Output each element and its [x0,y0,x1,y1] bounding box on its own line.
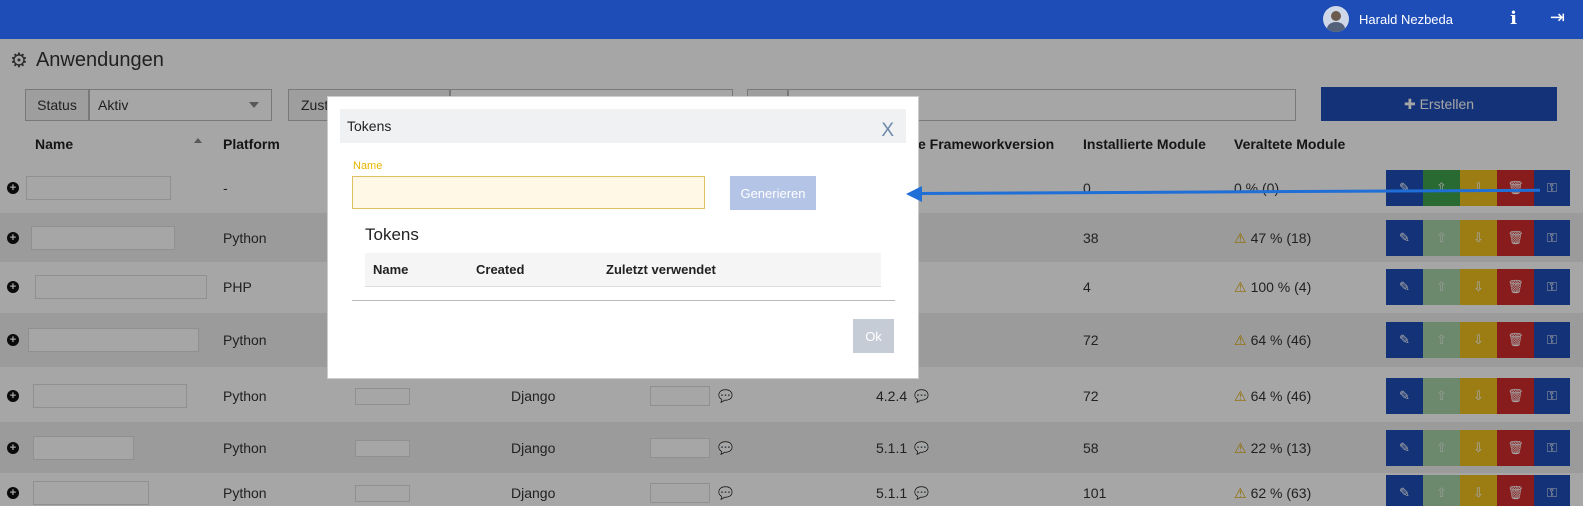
avatar [1323,6,1350,32]
token-name-label: Name [353,160,383,172]
tokens-modal: Tokens X Name Generieren Tokens Name Cre… [327,96,919,379]
modal-title: Tokens [347,118,392,134]
close-icon[interactable]: X [881,120,894,142]
generate-button[interactable]: Generieren [730,176,816,210]
user-name: Harald Nezbeda [1359,11,1453,27]
modal-header: Tokens X [340,109,906,143]
tokens-col-last-used: Zuletzt verwendet [606,262,716,277]
tokens-heading: Tokens [365,225,419,244]
ok-button[interactable]: Ok [853,319,894,353]
divider [352,300,895,301]
logout-icon[interactable]: ⇥ [1550,7,1565,28]
token-name-input[interactable] [352,176,705,209]
tokens-table-header: Name Created Zuletzt verwendet [365,253,881,287]
tokens-col-created: Created [476,262,525,277]
tokens-col-name: Name [373,262,409,277]
top-navbar: Harald Nezbeda i ⇥ [0,0,1583,39]
user-menu[interactable]: Harald Nezbeda [1323,6,1453,32]
info-icon[interactable]: i [1510,8,1517,29]
annotation-arrow-head [906,186,922,202]
